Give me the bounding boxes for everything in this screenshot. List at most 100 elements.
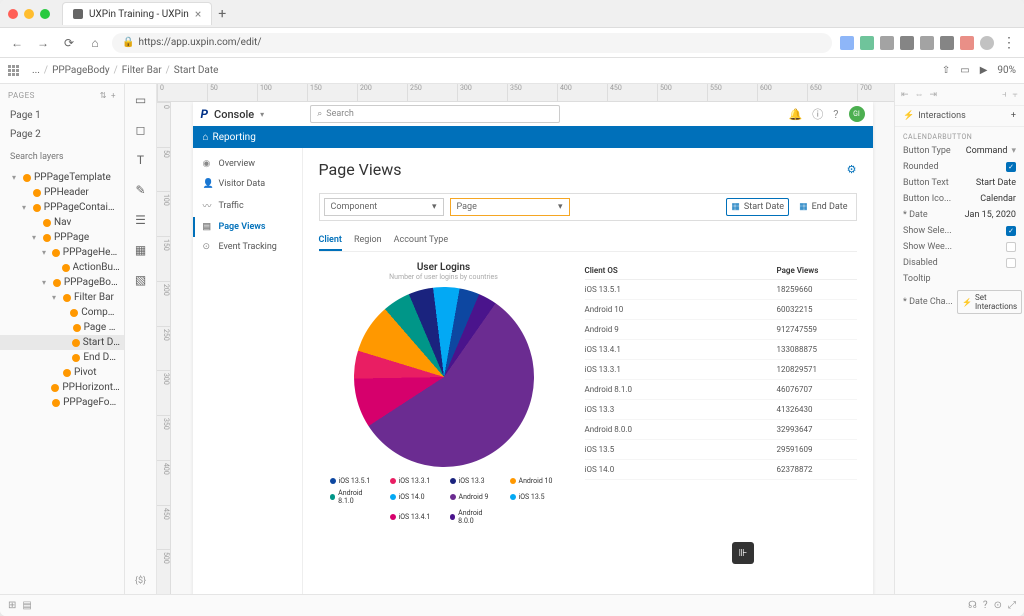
comment-icon[interactable]: ☊ [968,600,977,611]
tree-item[interactable]: Start Date [0,335,124,350]
shape-tool-icon[interactable]: ◻ [131,120,151,140]
end-date-button[interactable]: ▦ End Date [795,202,851,212]
align-right-icon[interactable]: ⇥ [930,90,938,100]
button-text-value[interactable]: Start Date [957,178,1016,188]
align-left-icon[interactable]: ⇤ [901,90,909,100]
bell-icon[interactable]: 🔔 [789,108,803,121]
upload-icon[interactable]: ⇧ [942,65,950,76]
window-zoom-icon[interactable] [40,9,50,19]
interactions-header[interactable]: ⚡ Interactions + [895,106,1024,127]
rounded-checkbox[interactable]: ✓ [1006,162,1016,172]
tree-item[interactable]: Component... [0,305,124,320]
extension-icon[interactable] [840,36,854,50]
url-field[interactable]: 🔒 https://app.uxpin.com/edit/ [112,33,832,53]
components-tool-icon[interactable]: ▦ [131,240,151,260]
distribute-icon[interactable]: ⫞ [1002,90,1007,100]
reload-button[interactable]: ⟳ [60,34,78,52]
page-select[interactable]: Page ▾ [450,198,570,216]
tree-item[interactable]: PPPageFooter [0,395,124,410]
breadcrumb-item[interactable]: Start Date [174,65,219,76]
canvas-settings-icon[interactable]: {$} [135,576,146,586]
side-nav-item[interactable]: ⊙Event Tracking [193,237,302,257]
forward-button[interactable]: → [34,34,52,52]
extension-icon[interactable] [940,36,954,50]
new-tab-button[interactable]: + [218,6,226,22]
side-nav-item[interactable]: ◉Overview [193,154,302,174]
align-center-icon[interactable]: ⇔ [915,89,924,100]
tree-item[interactable]: ▾PPPage [0,230,124,245]
devices-icon[interactable]: ▭ [960,65,969,76]
close-icon[interactable]: × [195,7,201,21]
tree-item[interactable]: Nav [0,215,124,230]
image-tool-icon[interactable]: ▧ [131,270,151,290]
tree-item[interactable]: End Date [0,350,124,365]
date-value[interactable]: Jan 15, 2020 [957,210,1016,220]
page-item[interactable]: Page 2 [0,125,124,144]
apps-grid-icon[interactable] [8,65,22,76]
tree-item[interactable]: Pivot [0,365,124,380]
tab-item[interactable]: Client [319,231,342,251]
form-tool-icon[interactable]: ☰ [131,210,151,230]
show-week-checkbox[interactable] [1006,242,1016,252]
breadcrumb-item[interactable]: Filter Bar [122,65,162,76]
tree-item[interactable]: PPHorizontalS... [0,380,124,395]
extension-icon[interactable] [860,36,874,50]
page-item[interactable]: Page 1 [0,106,124,125]
side-nav-item[interactable]: 〰Traffic [193,194,302,217]
window-close-icon[interactable] [8,9,18,19]
settings-icon[interactable]: ⊙ [994,600,1002,611]
browser-menu-icon[interactable]: ⋮ [1002,35,1016,51]
tree-item[interactable]: ▾PPPageHeader [0,245,124,260]
window-minimize-icon[interactable] [24,9,34,19]
button-type-value[interactable]: Command [957,146,1007,156]
extension-icon[interactable] [900,36,914,50]
tab-item[interactable]: Region [354,231,382,251]
component-select[interactable]: Component ▾ [324,198,444,216]
expand-icon[interactable]: ⤢ [1008,600,1016,611]
tree-item[interactable]: Page DD [0,320,124,335]
browser-tab[interactable]: UXPin Training - UXPin × [62,2,212,25]
tree-item[interactable]: ▾Filter Bar [0,290,124,305]
layers-icon[interactable]: ▤ [22,600,31,611]
extension-icon[interactable] [920,36,934,50]
set-interactions-button[interactable]: ⚡Set Interactions [957,290,1022,314]
breadcrumb-item[interactable]: PPPageBody [52,65,110,76]
zoom-level[interactable]: 90% [997,65,1016,76]
tree-item[interactable]: PPHeader [0,185,124,200]
side-nav-item[interactable]: ▤Page Views [193,217,302,237]
button-icon-value[interactable]: Calendar [957,194,1016,204]
home-icon[interactable]: ⌂ [203,132,209,143]
console-search-input[interactable]: ⌕ Search [310,105,560,123]
filter-icon[interactable]: ⇅ [100,91,107,100]
help-icon[interactable]: ? [983,600,988,611]
extension-icon[interactable] [960,36,974,50]
help-floating-button[interactable]: ⊪ [732,542,754,564]
text-tool-icon[interactable]: T [131,150,151,170]
distribute-icon[interactable]: ⫟ [1013,90,1018,100]
tree-item[interactable]: ▾PPPageBody [0,275,124,290]
tree-item[interactable]: ActionButton [0,260,124,275]
chevron-down-icon[interactable]: ▾ [260,110,264,119]
help-icon[interactable]: ? [833,108,838,121]
tree-item[interactable]: ▾PPPageTemplate [0,170,124,185]
back-button[interactable]: ← [8,34,26,52]
canvas[interactable]: P Console ▾ ⌕ Search 🔔 ⓘ ? GI [157,102,894,594]
tree-item[interactable]: ▾PPPageContainer [0,200,124,215]
play-icon[interactable]: ▶ [980,65,988,76]
user-avatar[interactable]: GI [849,106,865,122]
gear-icon[interactable]: ⚙ [847,163,857,176]
chevron-down-icon[interactable]: ▾ [1011,146,1016,156]
disabled-checkbox[interactable] [1006,258,1016,268]
pointer-tool-icon[interactable]: ▭ [131,90,151,110]
search-layers-input[interactable] [6,148,118,166]
breadcrumb-item[interactable]: ... [32,65,40,76]
sitemap-icon[interactable]: ⊞ [8,600,16,611]
side-nav-item[interactable]: 👤Visitor Data [193,174,302,194]
home-button[interactable]: ⌂ [86,34,104,52]
tab-item[interactable]: Account Type [394,231,449,251]
extension-icon[interactable] [880,36,894,50]
add-page-icon[interactable]: + [111,91,116,100]
add-interaction-icon[interactable]: + [1011,111,1016,121]
start-date-button[interactable]: ▦ Start Date [726,198,789,216]
show-selected-checkbox[interactable]: ✓ [1006,226,1016,236]
